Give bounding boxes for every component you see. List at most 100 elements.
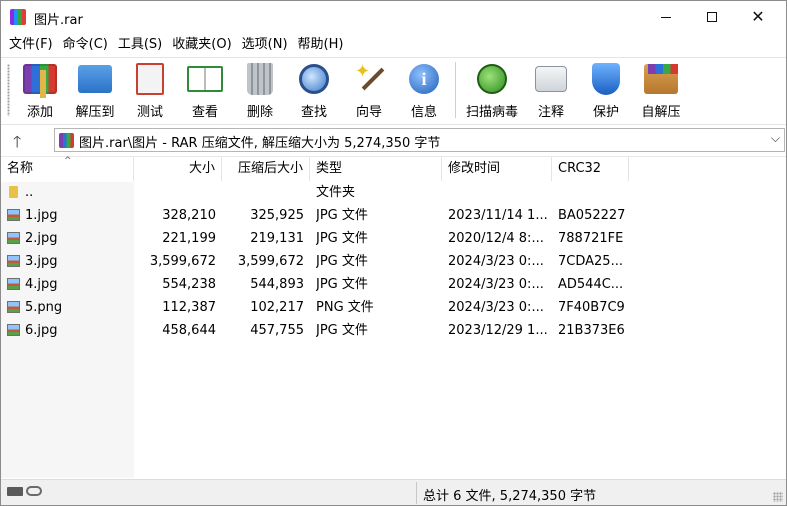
image-file-icon [7, 301, 20, 313]
delete-button[interactable]: 删除 [239, 60, 281, 120]
table-row[interactable]: 4.jpg 554,238 544,893 JPG 文件 2024/3/23 0… [1, 273, 786, 296]
file-type: JPG 文件 [316, 277, 368, 292]
path-combobox[interactable]: 图片.rar\图片 - RAR 压缩文件, 解压缩大小为 5,274,350 字… [54, 128, 785, 152]
view-book-icon [187, 66, 223, 92]
title-bar: 图片.rar ✕ [1, 1, 786, 34]
file-size: 3,599,672 [149, 254, 216, 269]
file-crc: 788721FE [558, 231, 624, 246]
file-crc [558, 181, 628, 204]
column-header-crc[interactable]: CRC32 [552, 157, 629, 181]
table-row[interactable]: .. 文件夹 [1, 181, 786, 204]
file-name: 5.png [25, 300, 63, 315]
maximize-icon [707, 12, 717, 22]
extract-to-button[interactable]: 解压到 [71, 60, 119, 120]
test-button[interactable]: 测试 [129, 60, 171, 120]
info-button[interactable]: i 信息 [403, 60, 445, 120]
column-header-crc-label: CRC32 [558, 161, 602, 176]
file-packed-size [222, 181, 304, 204]
column-header-packed-label: 压缩后大小 [237, 161, 303, 176]
extract-folder-icon [78, 65, 112, 93]
status-divider [416, 482, 417, 504]
file-name: 4.jpg [25, 277, 58, 292]
wizard-button[interactable]: 向导 [348, 60, 390, 120]
delete-button-label: 删除 [246, 105, 273, 120]
key-icon[interactable] [26, 486, 42, 496]
test-button-label: 测试 [136, 105, 163, 120]
file-crc: AD544C... [558, 277, 624, 292]
file-type: JPG 文件 [316, 323, 368, 338]
find-button[interactable]: 查找 [293, 60, 335, 120]
menu-options[interactable]: 选项(N) [237, 34, 293, 56]
add-button-label: 添加 [26, 105, 53, 120]
table-row[interactable]: 6.jpg 458,644 457,755 JPG 文件 2023/12/29 … [1, 319, 786, 342]
menu-file[interactable]: 文件(F) [4, 34, 58, 56]
add-archive-icon [23, 64, 57, 98]
toolbar: 添加 解压到 测试 查看 删除 查找 向导 i 信息 [1, 57, 786, 122]
wizard-button-label: 向导 [355, 105, 382, 120]
sfx-button[interactable]: 自解压 [638, 60, 684, 120]
trash-icon [247, 63, 273, 95]
sfx-box-icon [644, 64, 678, 94]
window-title: 图片.rar [34, 13, 83, 28]
column-header-size[interactable]: 大小 [134, 157, 222, 181]
file-size: 554,238 [162, 277, 216, 292]
file-crc: 21B373E6 [558, 323, 625, 338]
minimize-button[interactable] [643, 1, 689, 33]
table-row[interactable]: 1.jpg 328,210 325,925 JPG 文件 2023/11/14 … [1, 204, 786, 227]
file-size: 112,387 [162, 300, 216, 315]
comment-button-label: 注释 [537, 105, 564, 120]
close-icon: ✕ [751, 7, 765, 26]
file-type: JPG 文件 [316, 208, 368, 223]
column-header-modified[interactable]: 修改时间 [442, 157, 552, 181]
address-bar: 🡑 图片.rar\图片 - RAR 压缩文件, 解压缩大小为 5,274,350… [1, 124, 786, 155]
protect-button[interactable]: 保护 [584, 60, 628, 120]
toolbar-separator [455, 62, 456, 118]
table-row[interactable]: 3.jpg 3,599,672 3,599,672 JPG 文件 2024/3/… [1, 250, 786, 273]
file-size: 221,199 [162, 231, 216, 246]
comment-button[interactable]: 注释 [529, 60, 573, 120]
path-text: 图片.rar\图片 - RAR 压缩文件, 解压缩大小为 5,274,350 字… [79, 136, 441, 151]
file-modified: 2023/12/29 1... [448, 323, 548, 338]
file-packed-size: 219,131 [250, 231, 304, 246]
extract-to-button-label: 解压到 [75, 105, 115, 120]
file-packed-size: 457,755 [250, 323, 304, 338]
image-file-icon [7, 255, 20, 267]
image-file-icon [7, 232, 20, 244]
table-row[interactable]: 5.png 112,387 102,217 PNG 文件 2024/3/23 0… [1, 296, 786, 319]
file-modified: 2020/12/4 8:... [448, 231, 544, 246]
up-folder-button[interactable]: 🡑 [13, 131, 21, 158]
file-modified [448, 181, 552, 204]
file-type: JPG 文件 [316, 231, 368, 246]
column-header-size-label: 大小 [188, 161, 215, 176]
file-type: JPG 文件 [316, 254, 368, 269]
close-button[interactable]: ✕ [735, 1, 781, 33]
virus-scan-button-label: 扫描病毒 [465, 105, 518, 120]
add-button[interactable]: 添加 [19, 60, 61, 120]
maximize-button[interactable] [689, 1, 735, 33]
menu-favorites[interactable]: 收藏夹(O) [167, 34, 236, 56]
table-row[interactable]: 2.jpg 221,199 219,131 JPG 文件 2020/12/4 8… [1, 227, 786, 250]
drive-icon[interactable] [7, 487, 23, 496]
sort-ascending-icon: ^ [64, 156, 72, 166]
virus-scan-button[interactable]: 扫描病毒 [463, 60, 521, 120]
image-file-icon [7, 324, 20, 336]
image-file-icon [7, 278, 20, 290]
file-crc: 7F40B7C9 [558, 300, 625, 315]
menu-help[interactable]: 帮助(H) [293, 34, 349, 56]
file-packed-size: 3,599,672 [237, 254, 304, 269]
file-crc: BA052227 [558, 208, 626, 223]
winrar-app-icon [10, 9, 26, 25]
shield-icon [592, 63, 620, 95]
chevron-down-icon[interactable]: ⌵ [771, 131, 780, 146]
menu-tools[interactable]: 工具(S) [113, 34, 167, 56]
file-crc: 7CDA25... [558, 254, 623, 269]
column-header-name[interactable]: ^ 名称 [1, 156, 134, 181]
resize-grip-icon[interactable] [773, 492, 783, 502]
toolbar-grip[interactable] [7, 64, 10, 116]
info-icon: i [409, 64, 439, 94]
file-type: 文件夹 [316, 185, 356, 200]
column-header-packed[interactable]: 压缩后大小 [222, 157, 310, 181]
menu-commands[interactable]: 命令(C) [58, 34, 113, 56]
column-header-type[interactable]: 类型 [310, 157, 442, 181]
view-button[interactable]: 查看 [183, 60, 227, 120]
